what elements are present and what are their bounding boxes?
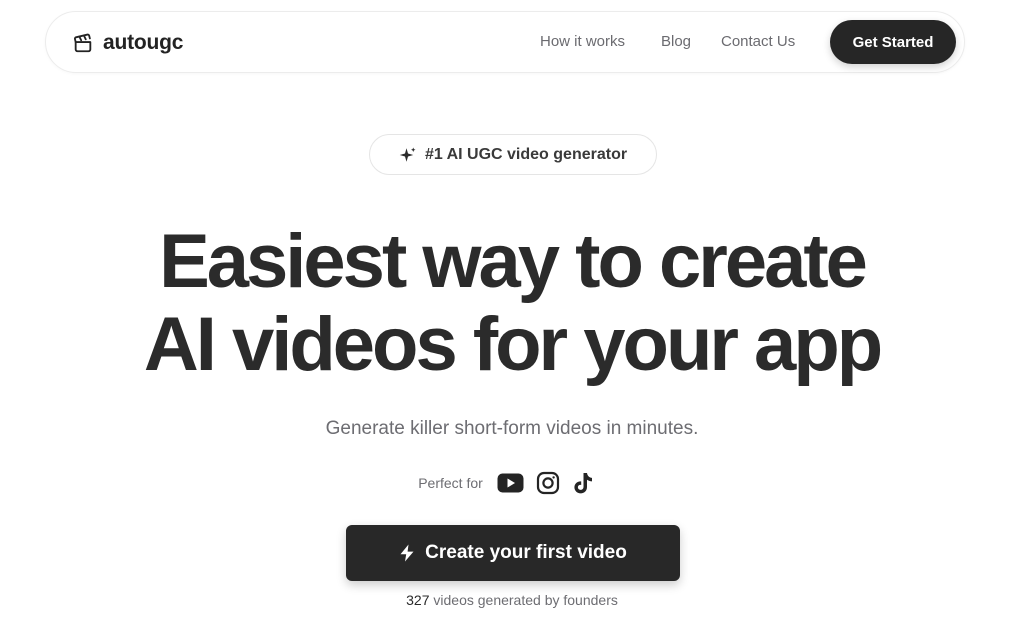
youtube-icon	[497, 473, 524, 493]
hero-badge: #1 AI UGC video generator	[369, 134, 657, 175]
instagram-icon	[536, 471, 559, 495]
videos-generated-count: 327	[406, 592, 430, 608]
videos-generated-stat: 327 videos generated by founders	[0, 592, 1024, 608]
clapperboard-icon	[73, 33, 92, 53]
headline-line-1: Easiest way to create	[159, 219, 868, 304]
nav-link-blog[interactable]: Blog	[661, 33, 691, 50]
subheadline: Generate killer short-form videos in min…	[325, 418, 699, 439]
nav-link-how-it-works[interactable]: How it works	[540, 33, 625, 50]
top-navbar: autougc How it works Blog Contact Us Get…	[45, 11, 965, 73]
videos-generated-text: videos generated by founders	[429, 592, 618, 608]
tiktok-icon	[574, 473, 592, 494]
brand[interactable]: autougc	[72, 31, 183, 55]
nav-link-contact-us[interactable]: Contact Us	[721, 33, 795, 50]
badge-text: #1 AI UGC video generator	[424, 145, 628, 163]
create-first-video-label: Create your first video	[425, 542, 627, 563]
headline-line-2: AI videos for your app	[143, 302, 883, 387]
brand-name: autougc	[103, 31, 184, 54]
sparkle-icon	[399, 147, 416, 162]
get-started-button[interactable]: Get Started	[830, 20, 956, 64]
lightning-icon	[400, 544, 414, 562]
perfect-for-label: Perfect for	[418, 475, 483, 491]
platforms-row: Perfect for	[0, 471, 1024, 495]
create-first-video-button[interactable]: Create your first video	[346, 525, 680, 581]
